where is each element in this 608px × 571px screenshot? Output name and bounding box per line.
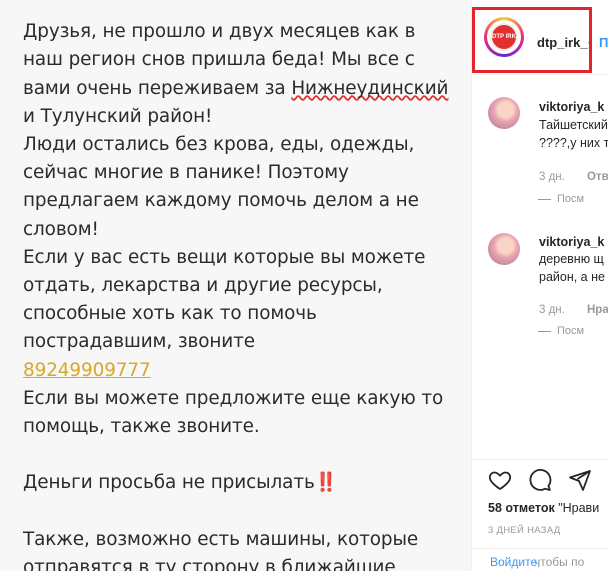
commenter-avatar[interactable] bbox=[488, 97, 520, 129]
post-line: словом! bbox=[23, 218, 99, 240]
post-line: Деньги просьба не присылать‼️ bbox=[23, 469, 463, 497]
post-line: отдать, лекарства и другие ресурсы, bbox=[23, 275, 383, 297]
follow-button[interactable]: П bbox=[599, 35, 608, 50]
view-replies-button[interactable]: Посм bbox=[537, 325, 584, 337]
post-line: помощь, также звоните. bbox=[23, 416, 260, 438]
post-header: DTP IRK dtp_irk_ • П bbox=[472, 0, 608, 75]
post-image: Друзья, не прошло и двух месяцев как в н… bbox=[0, 0, 471, 571]
post-time-ago[interactable]: 3 ДНЕЙ НАЗАД bbox=[488, 525, 561, 536]
reply-button[interactable]: Отв bbox=[587, 171, 608, 183]
commenter-avatar[interactable] bbox=[488, 233, 520, 265]
post-line: наш регион снов пришла беда! Мы все с bbox=[23, 49, 415, 71]
post-actions: 58 отметок "Нрави 3 ДНЕЙ НАЗАД Войдите, … bbox=[472, 459, 608, 571]
share-icon[interactable] bbox=[568, 468, 592, 492]
misspelled-word: Нижнеудинский bbox=[291, 77, 449, 99]
phone-number-link[interactable]: 89249909777 bbox=[23, 357, 463, 385]
likes-suffix: "Нрави bbox=[554, 501, 600, 515]
post-line: Также, возможно есть машины, которые bbox=[23, 528, 419, 550]
post-line-part: Деньги просьба не присылать bbox=[23, 472, 315, 494]
likes-number: 58 отметок bbox=[488, 501, 555, 515]
login-prompt-text: чтобы по bbox=[534, 555, 585, 569]
post-line: Если у вас есть вещи которые вы можете bbox=[23, 246, 426, 268]
comment-icon[interactable] bbox=[528, 468, 552, 492]
post-line: пострадавшим, звоните bbox=[23, 331, 255, 353]
post-line: вами очень переживаем за Нижнеудинский bbox=[23, 75, 463, 103]
post-line-part: вами очень переживаем за bbox=[23, 77, 292, 99]
post-line: отправятся в ту сторону в ближайшие bbox=[23, 557, 396, 571]
comment-text: район, а не bbox=[539, 270, 605, 284]
comment-text: ????,у них т bbox=[539, 136, 608, 150]
comment-item: viktoriya_k Тайшетский ????,у них т 3 дн… bbox=[472, 96, 608, 211]
comment-time[interactable]: 3 дн. bbox=[539, 304, 565, 316]
post-cut-top-line bbox=[23, 0, 463, 18]
post-text: Друзья, не прошло и двух месяцев как в н… bbox=[23, 0, 463, 571]
post-line: Люди остались без крова, еды, одежды, bbox=[23, 134, 415, 156]
post-line: Если вы можете предложите еще какую то bbox=[23, 387, 444, 409]
commenter-username[interactable]: viktoriya_k bbox=[539, 235, 604, 249]
comment-item: viktoriya_k деревню щ район, а не 3 дн. … bbox=[472, 232, 608, 347]
post-line: сейчас многие в панике! Поэтому bbox=[23, 162, 349, 184]
comment-time[interactable]: 3 дн. bbox=[539, 171, 565, 183]
double-exclamation-icon: ‼️ bbox=[314, 472, 338, 494]
post-line: способные хоть как то помочь bbox=[23, 303, 317, 325]
heart-icon[interactable] bbox=[488, 468, 512, 492]
login-prompt: Войдите, чтобы по bbox=[472, 548, 608, 571]
post-line: Друзья, не прошло и двух месяцев как в bbox=[23, 21, 416, 43]
commenter-username[interactable]: viktoriya_k bbox=[539, 100, 604, 114]
comments-panel: DTP IRK dtp_irk_ • П viktoriya_k Тайшетс… bbox=[471, 0, 608, 571]
highlight-box bbox=[472, 7, 592, 73]
like-comment-button[interactable]: Нра bbox=[587, 304, 608, 316]
view-replies-button[interactable]: Посм bbox=[537, 193, 584, 205]
login-link[interactable]: Войдите, bbox=[490, 555, 540, 569]
comment-text: Тайшетский bbox=[539, 118, 608, 132]
post-line: и Тулунский район! bbox=[23, 105, 213, 127]
post-line: предлагаем каждому помочь делом а не bbox=[23, 190, 419, 212]
comment-text: деревню щ bbox=[539, 252, 604, 266]
likes-count[interactable]: 58 отметок "Нрави bbox=[488, 501, 599, 515]
